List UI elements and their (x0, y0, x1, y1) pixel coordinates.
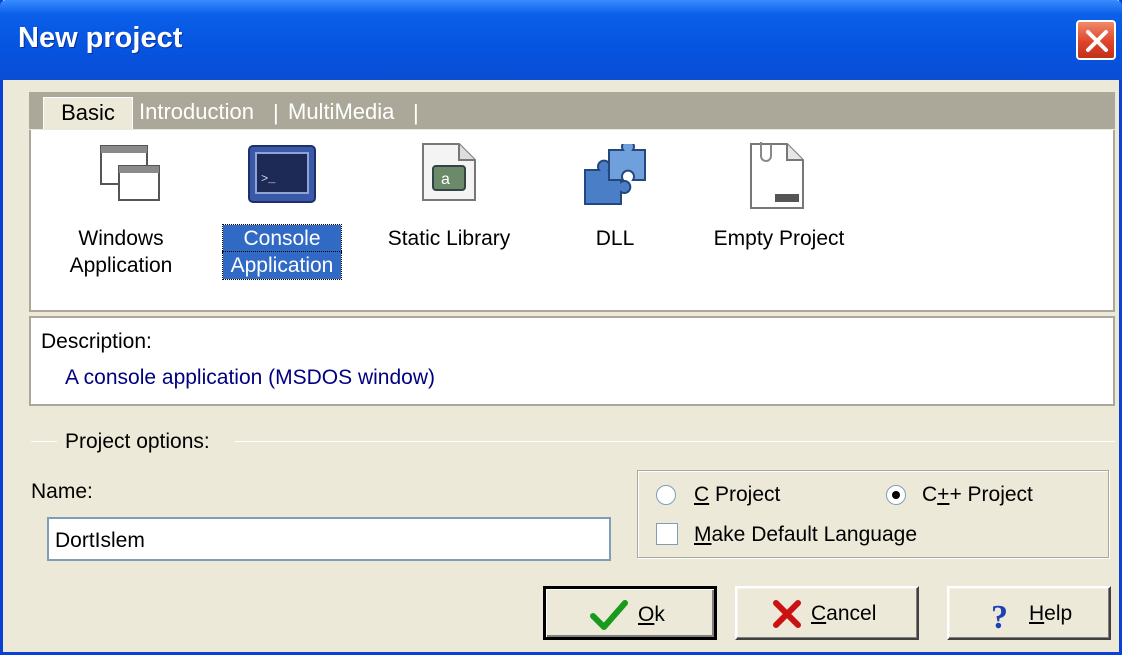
tab-separator: | (273, 100, 279, 125)
project-options-label: Project options: (61, 430, 214, 454)
cancel-label: Cancel (811, 602, 877, 625)
cpp-project-radio[interactable] (886, 485, 906, 505)
svg-text:?: ? (991, 599, 1008, 632)
x-mark-icon (773, 600, 801, 628)
help-button[interactable]: ? Help (947, 586, 1111, 640)
window-title: New project (18, 22, 183, 54)
c-project-radio[interactable] (656, 485, 676, 505)
cpp-project-label[interactable]: C++ Project (922, 483, 1033, 507)
description-panel: Description: A console application (MSDO… (29, 316, 1115, 406)
new-project-dialog: New project Basic Introduction | MultiMe… (0, 0, 1122, 655)
make-default-label[interactable]: Make Default Language (694, 523, 917, 547)
tab-basic[interactable]: Basic (43, 97, 133, 129)
ok-button[interactable]: Ok (543, 586, 717, 640)
title-bar[interactable]: New project (0, 0, 1122, 80)
name-label: Name: (31, 480, 93, 503)
project-name-input[interactable]: DortIslem (47, 517, 611, 561)
label-line2: Application (69, 254, 173, 277)
description-label: Description: (41, 330, 152, 353)
tab-introduction[interactable]: Introduction (139, 97, 254, 129)
group-divider (31, 441, 57, 442)
label-line1: Windows (78, 227, 164, 250)
ok-label: Ok (638, 603, 665, 626)
close-button[interactable] (1076, 20, 1116, 60)
language-group: C Project C++ Project Make Default Langu… (637, 470, 1109, 558)
tab-strip: Basic Introduction | MultiMedia | (29, 92, 1115, 129)
svg-text:a: a (441, 171, 450, 188)
c-project-label[interactable]: C Project (694, 483, 780, 507)
close-icon (1086, 30, 1108, 52)
label-line1: Console (222, 224, 342, 253)
label-line1: Empty Project (713, 227, 845, 250)
checkmark-icon (590, 600, 628, 630)
description-text: A console application (MSDOS window) (65, 366, 436, 389)
empty-document-icon (750, 142, 804, 209)
group-divider (235, 441, 1115, 442)
help-label: Help (1029, 602, 1073, 625)
window-app-icon (100, 145, 160, 201)
make-default-checkbox[interactable] (656, 523, 678, 545)
tab-multimedia[interactable]: MultiMedia (288, 97, 394, 129)
label-line1: DLL (595, 227, 635, 250)
project-type-panel: Windows Application >_ Console Applicati… (29, 130, 1115, 312)
label-line2: Application (222, 251, 342, 280)
tab-separator: | (413, 100, 419, 125)
question-mark-icon: ? (991, 599, 1008, 632)
library-icon: a (422, 143, 476, 201)
cancel-button[interactable]: Cancel (735, 586, 919, 640)
svg-text:>_: >_ (261, 172, 276, 186)
label-line1: Static Library (387, 227, 511, 250)
puzzle-icon (584, 144, 646, 205)
console-app-icon: >_ (248, 145, 316, 203)
